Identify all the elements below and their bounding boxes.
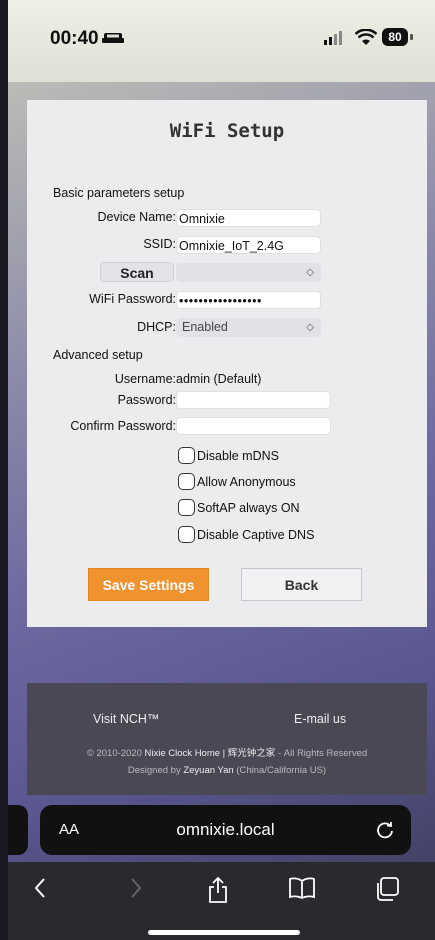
share-icon[interactable] xyxy=(207,876,229,904)
softap-always-on-label: SoftAP always ON xyxy=(197,501,300,515)
password-input[interactable] xyxy=(176,391,331,409)
browser-toolbar xyxy=(8,862,435,940)
chevron-updown-icon: ◇ xyxy=(306,322,314,333)
device-name-input[interactable]: Omnixie xyxy=(176,209,321,227)
footer: Visit NCH™ E-mail us © 2010-2020 Nixie C… xyxy=(27,683,427,795)
visit-nch-link[interactable]: Visit NCH™ xyxy=(93,712,159,726)
status-bar: 00:40 80 xyxy=(8,0,435,82)
ssid-label: SSID: xyxy=(143,237,176,251)
wifi-setup-card: WiFi Setup Basic parameters setup Device… xyxy=(27,100,427,627)
basic-heading: Basic parameters setup xyxy=(53,186,185,200)
save-settings-button[interactable]: Save Settings xyxy=(88,568,209,601)
back-nav-icon[interactable] xyxy=(32,876,48,900)
wifi-password-input[interactable]: ••••••••••••••••• xyxy=(176,291,321,309)
status-time: 00:40 xyxy=(50,28,99,49)
copyright-suffix: - All Rights Reserved xyxy=(277,748,368,759)
designer-location: (China/California US) xyxy=(236,765,327,776)
ssid-input[interactable]: Omnixie_IoT_2.4G xyxy=(176,236,321,254)
previous-tab-edge[interactable] xyxy=(8,805,28,855)
scan-button[interactable]: Scan xyxy=(100,262,174,282)
softap-always-on-checkbox[interactable] xyxy=(178,499,195,516)
page-title: WiFi Setup xyxy=(169,120,285,142)
username-label: Username: xyxy=(114,372,176,386)
copyright-line: © 2010-2020 Nixie Clock Home | 辉光钟之家 - A… xyxy=(27,745,427,759)
copyright-site-link[interactable]: Nixie Clock Home | 辉光钟之家 xyxy=(145,748,276,759)
wifi-icon xyxy=(355,29,377,45)
address-bar[interactable]: AA omnixie.local xyxy=(40,805,411,855)
confirm-password-label: Confirm Password: xyxy=(70,419,176,433)
forward-nav-icon[interactable] xyxy=(128,876,144,900)
designed-prefix: Designed by xyxy=(127,765,181,776)
designed-by-line: Designed by Zeyuan Yan (China/California… xyxy=(27,765,427,776)
tabs-icon[interactable] xyxy=(374,876,400,902)
password-label: Password: xyxy=(117,393,176,407)
disable-mdns-label: Disable mDNS xyxy=(197,449,279,463)
confirm-password-input[interactable] xyxy=(176,417,331,435)
reload-icon[interactable] xyxy=(375,819,395,839)
network-select[interactable]: ◇ xyxy=(176,263,321,282)
allow-anonymous-label: Allow Anonymous xyxy=(197,475,296,489)
device-name-label: Device Name: xyxy=(97,210,177,224)
dhcp-label: DHCP: xyxy=(137,320,176,334)
copyright-prefix: © 2010-2020 xyxy=(86,748,142,759)
disable-captive-dns-checkbox[interactable] xyxy=(178,526,195,543)
dhcp-select-value: Enabled xyxy=(182,320,228,334)
chevron-updown-icon: ◇ xyxy=(306,267,314,278)
battery-nub xyxy=(410,34,413,40)
car-icon xyxy=(102,33,124,43)
home-indicator[interactable] xyxy=(148,930,300,935)
designer-link[interactable]: Zeyuan Yan xyxy=(183,765,233,776)
signal-icon xyxy=(324,31,342,45)
bookmarks-icon[interactable] xyxy=(288,876,316,900)
email-us-link[interactable]: E-mail us xyxy=(294,712,346,726)
advanced-heading: Advanced setup xyxy=(53,348,143,362)
url-text[interactable]: omnixie.local xyxy=(40,820,411,840)
allow-anonymous-checkbox[interactable] xyxy=(178,473,195,490)
wifi-password-label: WiFi Password: xyxy=(89,292,176,306)
username-value: admin (Default) xyxy=(176,372,262,386)
disable-captive-dns-label: Disable Captive DNS xyxy=(197,528,315,542)
battery-icon: 80 xyxy=(382,28,408,46)
disable-mdns-checkbox[interactable] xyxy=(178,447,195,464)
back-button[interactable]: Back xyxy=(241,568,362,601)
dhcp-select[interactable]: Enabled ◇ xyxy=(176,318,321,337)
